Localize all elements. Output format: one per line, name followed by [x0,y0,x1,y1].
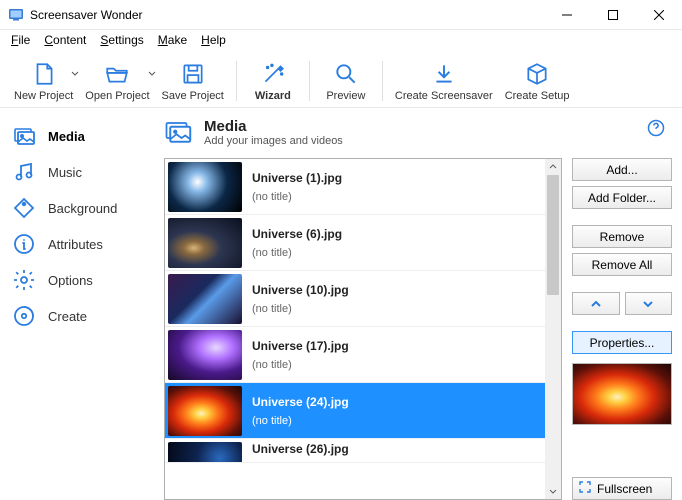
main: Media Add your images and videos Univers… [160,108,682,500]
package-icon [524,59,550,89]
thumbnail [168,218,242,268]
preview-thumbnail [572,363,672,425]
scroll-track[interactable] [545,175,561,483]
main-header: Media Add your images and videos [164,118,672,148]
info-icon [12,232,36,256]
thumbnail [168,330,242,380]
menu-file[interactable]: File [4,31,37,49]
thumbnail [168,162,242,212]
menu-make[interactable]: Make [151,31,194,49]
media-header-icon [164,118,194,148]
create-screensaver-button[interactable]: Create Screensaver [389,57,499,104]
page-subtitle: Add your images and videos [204,135,343,147]
media-icon [12,124,36,148]
maximize-button[interactable] [590,0,636,30]
new-project-button[interactable]: New Project [8,57,79,104]
sidebar-item-label: Options [48,273,93,288]
list-item[interactable]: Universe (17).jpg(no title) [165,327,545,383]
scroll-down-button[interactable] [545,483,561,499]
magnify-icon [333,59,359,89]
list-item[interactable]: Universe (6).jpg(no title) [165,215,545,271]
gear-icon [12,268,36,292]
new-file-icon [31,59,57,89]
list-item[interactable]: Universe (1).jpg(no title) [165,159,545,215]
move-up-button[interactable] [572,292,620,315]
download-icon [431,59,457,89]
app-icon [8,7,24,23]
body: Media Music Background Attributes Option… [0,108,682,500]
sidebar-item-label: Background [48,201,117,216]
separator [382,61,383,101]
separator [236,61,237,101]
thumbnail [168,386,242,436]
save-icon [180,59,206,89]
sidebar-item-media[interactable]: Media [12,118,154,154]
add-button[interactable]: Add... [572,158,672,181]
scroll-thumb[interactable] [547,175,559,295]
menu-settings[interactable]: Settings [93,31,150,49]
close-button[interactable] [636,0,682,30]
remove-all-button[interactable]: Remove All [572,253,672,276]
sidebar-item-background[interactable]: Background [12,190,154,226]
media-list[interactable]: Universe (1).jpg(no title) Universe (6).… [165,159,545,499]
add-folder-button[interactable]: Add Folder... [572,186,672,209]
titlebar: Screensaver Wonder [0,0,682,30]
scroll-up-button[interactable] [545,159,561,175]
window-title: Screensaver Wonder [30,8,544,22]
main-split: Universe (1).jpg(no title) Universe (6).… [164,158,672,500]
menu-help[interactable]: Help [194,31,233,49]
help-icon[interactable] [646,118,666,141]
wizard-button[interactable]: Wizard [243,57,303,104]
sidebar-item-label: Create [48,309,87,324]
right-panel: Add... Add Folder... Remove Remove All P… [572,158,672,500]
chevron-down-icon [148,69,156,81]
page-title: Media [204,118,343,135]
save-project-button[interactable]: Save Project [156,57,230,104]
thumbnail [168,274,242,324]
scrollbar[interactable] [545,159,561,499]
media-list-container: Universe (1).jpg(no title) Universe (6).… [164,158,562,500]
list-item[interactable]: Universe (24).jpg(no title) [165,383,545,439]
fullscreen-icon [579,481,591,496]
menu-content[interactable]: Content [37,31,93,49]
thumbnail [168,442,242,463]
open-project-button[interactable]: Open Project [79,57,155,104]
preview-button[interactable]: Preview [316,57,376,104]
sidebar-item-label: Music [48,165,82,180]
wand-icon [259,59,287,89]
menubar: File Content Settings Make Help [0,30,682,50]
sidebar-item-options[interactable]: Options [12,262,154,298]
disc-icon [12,304,36,328]
list-item[interactable]: Universe (26).jpg(no title) [165,439,545,463]
toolbar: New Project Open Project Save Project Wi… [0,50,682,108]
sidebar-item-music[interactable]: Music [12,154,154,190]
sidebar-item-label: Attributes [48,237,103,252]
list-item[interactable]: Universe (10).jpg(no title) [165,271,545,327]
remove-button[interactable]: Remove [572,225,672,248]
properties-button[interactable]: Properties... [572,331,672,354]
music-icon [12,160,36,184]
chevron-down-icon [71,69,79,81]
separator [309,61,310,101]
tag-icon [12,196,36,220]
minimize-button[interactable] [544,0,590,30]
folder-open-icon [103,59,131,89]
create-setup-button[interactable]: Create Setup [499,57,576,104]
move-down-button[interactable] [625,292,673,315]
fullscreen-button[interactable]: Fullscreen [572,477,672,500]
sidebar-item-attributes[interactable]: Attributes [12,226,154,262]
sidebar-item-label: Media [48,129,85,144]
sidebar-item-create[interactable]: Create [12,298,154,334]
sidebar: Media Music Background Attributes Option… [0,108,160,500]
